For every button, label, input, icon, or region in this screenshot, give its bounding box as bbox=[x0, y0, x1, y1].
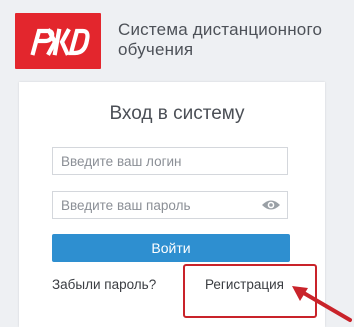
login-field[interactable] bbox=[52, 147, 288, 175]
system-title-line1: Система дистанционного bbox=[118, 20, 323, 39]
login-heading: Вход в систему bbox=[109, 103, 245, 124]
register-link[interactable]: Регистрация bbox=[205, 277, 284, 293]
login-input[interactable] bbox=[53, 148, 287, 174]
password-input[interactable] bbox=[53, 192, 287, 218]
rzd-logo-icon bbox=[15, 13, 101, 69]
login-button[interactable]: Войти bbox=[52, 234, 290, 262]
password-field[interactable] bbox=[52, 191, 288, 219]
system-title-line2: обучения bbox=[118, 40, 194, 59]
forgot-password-link[interactable]: Забыли пароль? bbox=[52, 277, 156, 293]
system-title: Система дистанционного обучения bbox=[118, 20, 348, 60]
eye-icon[interactable] bbox=[261, 198, 281, 212]
header: Система дистанционного обучения bbox=[0, 0, 354, 80]
